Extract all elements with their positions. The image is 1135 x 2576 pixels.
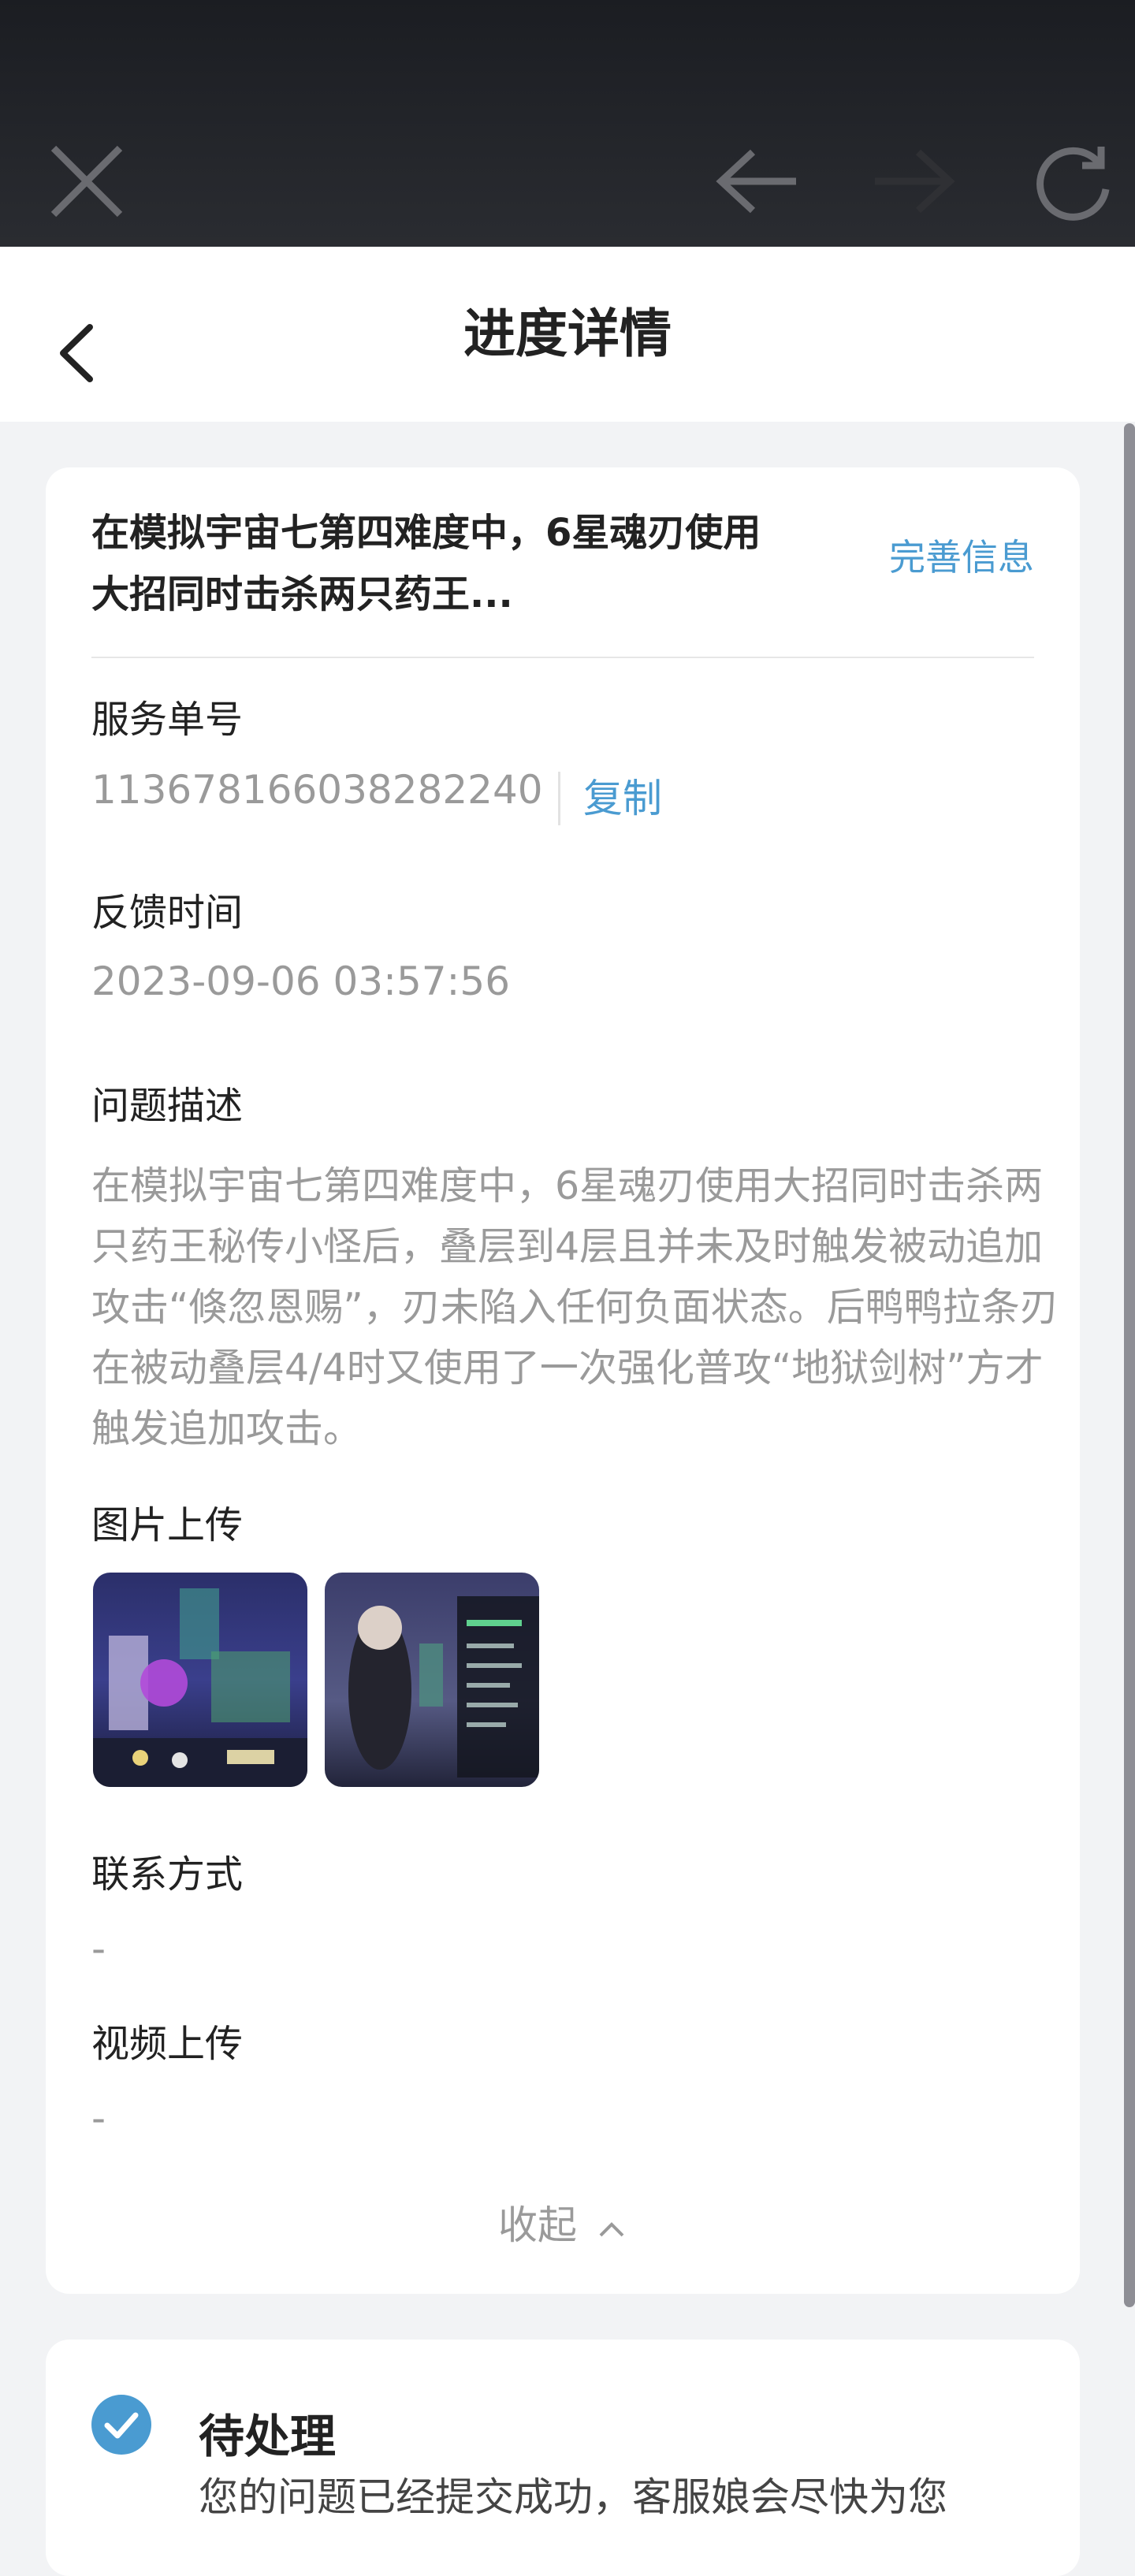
- progress-message: 您的问题已经提交成功，客服娘会尽快为您: [199, 2474, 947, 2520]
- complete-info-link[interactable]: 完善信息: [889, 529, 1034, 581]
- description-label: 问题描述: [91, 1084, 244, 1128]
- page-title: 进度详情: [463, 303, 672, 364]
- back-arrow-icon[interactable]: [713, 146, 800, 217]
- copy-button[interactable]: 复制: [583, 767, 662, 824]
- collapse-label: 收起: [498, 2202, 578, 2248]
- screenshot-image-2: [325, 1573, 539, 1787]
- image-thumbnail-1[interactable]: [93, 1573, 307, 1787]
- video-label: 视频上传: [91, 2022, 244, 2066]
- description-text: 在模拟宇宙七第四难度中，6星魂刃使用大招同时击杀两只药王秘传小怪后，叠层到4层且…: [91, 1163, 1059, 1451]
- service-number-value: 1136781660382822​40: [91, 767, 543, 813]
- service-number-label: 服务单号: [91, 698, 244, 742]
- ticket-detail-card: 在模拟宇宙七第四难度中，6星魂刃使用大招同时击杀两只药王... 完善信息 服务单…: [46, 467, 1080, 2294]
- screenshot-image-1: [93, 1573, 307, 1787]
- check-circle-icon: [91, 2395, 151, 2455]
- collapse-button[interactable]: 收起: [46, 2194, 1080, 2250]
- close-icon[interactable]: [47, 142, 126, 221]
- contact-label: 联系方式: [91, 1852, 244, 1897]
- feedback-time-value: 2023-09-06 03:57:56: [91, 959, 511, 1004]
- divider: [91, 657, 1034, 658]
- images-label: 图片上传: [91, 1503, 244, 1547]
- forward-arrow-icon[interactable]: [871, 146, 958, 217]
- feedback-time-label: 反馈时间: [91, 891, 244, 935]
- separator: [558, 772, 560, 825]
- refresh-icon[interactable]: [1029, 140, 1115, 227]
- ticket-heading: 在模拟宇宙七第四难度中，6星魂刃使用大招同时击杀两只药王...: [91, 511, 761, 616]
- video-value: -: [91, 2095, 106, 2141]
- nav-bar: 进度详情: [0, 247, 1135, 422]
- browser-toolbar: [0, 0, 1135, 247]
- image-thumbnail-2[interactable]: [325, 1573, 539, 1787]
- progress-card: 待处理 您的问题已经提交成功，客服娘会尽快为您: [46, 2340, 1080, 2576]
- contact-value: -: [91, 1926, 106, 1971]
- scrollbar[interactable]: [1124, 423, 1135, 2307]
- progress-status: 待处理: [199, 2410, 337, 2463]
- chevron-up-icon: [599, 2221, 624, 2236]
